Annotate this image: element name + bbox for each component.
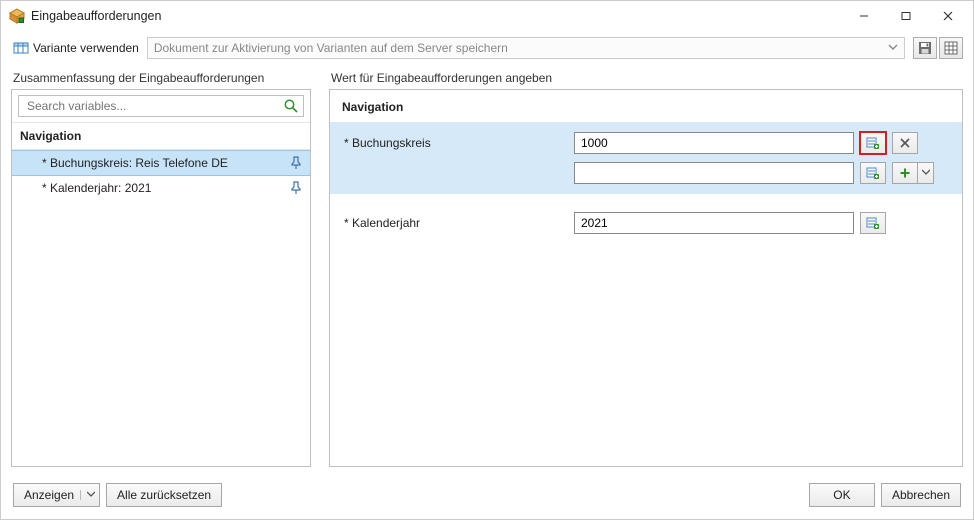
tree-item-kalenderjahr[interactable]: * Kalenderjahr: 2021 — [12, 176, 310, 200]
tree-item-label: * Buchungskreis: Reis Telefone DE — [42, 156, 228, 170]
kalenderjahr-label: * Kalenderjahr — [344, 216, 574, 230]
window-title: Eingabeaufforderungen — [31, 9, 843, 23]
save-button[interactable] — [913, 37, 937, 59]
prompt-block-kalenderjahr: * Kalenderjahr — [330, 194, 962, 252]
variant-placeholder: Dokument zur Aktivierung von Varianten a… — [154, 41, 508, 55]
section-navigation: Navigation — [330, 90, 962, 122]
titlebar: Eingabeaufforderungen — [1, 1, 973, 31]
prompt-block-buchungskreis: * Buchungskreis — [330, 122, 962, 194]
toolbar: Variante verwenden Dokument zur Aktivier… — [1, 31, 973, 71]
kalenderjahr-input[interactable] — [574, 212, 854, 234]
chevron-down-icon — [80, 490, 95, 500]
buchungskreis-input-2[interactable] — [574, 162, 854, 184]
prompts-column: Wert für Eingabeaufforderungen angeben N… — [329, 71, 963, 467]
search-input-wrap — [18, 95, 304, 117]
close-button[interactable] — [927, 2, 969, 30]
search-icon — [283, 98, 299, 114]
display-button-label: Anzeigen — [24, 488, 74, 502]
dialog-window: Eingabeaufforderungen Va — [0, 0, 974, 520]
prompts-header: Wert für Eingabeaufforderungen angeben — [329, 71, 963, 89]
buchungskreis-label: * Buchungskreis — [344, 136, 574, 150]
cancel-button[interactable]: Abbrechen — [881, 483, 961, 507]
minimize-button[interactable] — [843, 2, 885, 30]
tree-item-label: * Kalenderjahr: 2021 — [42, 181, 151, 195]
footer: Anzeigen Alle zurücksetzen OK Abbrechen — [1, 473, 973, 519]
window-controls — [843, 2, 969, 30]
clear-value-button[interactable] — [892, 132, 918, 154]
buchungskreis-input[interactable] — [574, 132, 854, 154]
ok-label: OK — [833, 488, 850, 502]
body: Zusammenfassung der Eingabeaufforderunge… — [1, 71, 973, 473]
reset-all-button[interactable]: Alle zurücksetzen — [106, 483, 222, 507]
group-navigation: Navigation — [12, 122, 310, 150]
reset-all-label: Alle zurücksetzen — [117, 488, 211, 502]
pin-icon[interactable] — [290, 181, 302, 195]
summary-header: Zusammenfassung der Eingabeaufforderunge… — [11, 71, 311, 89]
cancel-label: Abbrechen — [892, 488, 950, 502]
summary-panel: Navigation * Buchungskreis: Reis Telefon… — [11, 89, 311, 467]
variant-label: Variante verwenden — [11, 41, 143, 55]
value-help-button-kalenderjahr[interactable] — [860, 212, 886, 234]
variant-label-text: Variante verwenden — [33, 41, 139, 55]
grid-icon-button[interactable] — [939, 37, 963, 59]
chevron-down-icon — [888, 41, 898, 53]
summary-column: Zusammenfassung der Eingabeaufforderunge… — [11, 71, 311, 467]
variant-dropdown[interactable]: Dokument zur Aktivierung von Varianten a… — [147, 37, 905, 59]
value-help-button[interactable] — [860, 132, 886, 154]
search-input[interactable] — [25, 96, 281, 116]
pin-icon[interactable] — [290, 156, 302, 170]
display-button[interactable]: Anzeigen — [13, 483, 100, 507]
add-row-button[interactable] — [892, 162, 918, 184]
ok-button[interactable]: OK — [809, 483, 875, 507]
variant-icon — [13, 41, 29, 55]
tree-item-buchungskreis[interactable]: * Buchungskreis: Reis Telefone DE — [12, 150, 310, 176]
prompts-panel: Navigation * Buchungskreis — [329, 89, 963, 467]
value-help-button-2[interactable] — [860, 162, 886, 184]
cube-icon — [9, 8, 25, 24]
maximize-button[interactable] — [885, 2, 927, 30]
add-row-menu-button[interactable] — [918, 162, 934, 184]
